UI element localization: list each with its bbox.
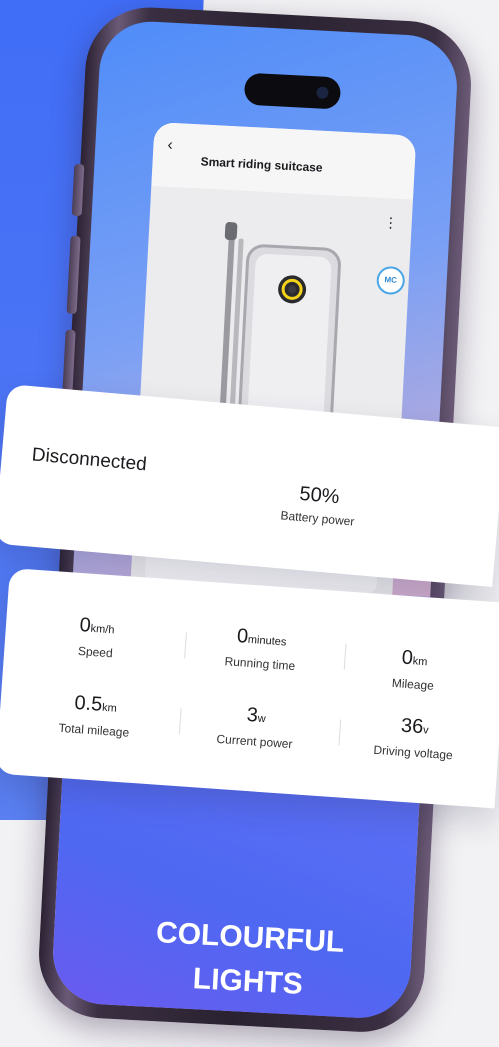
stat-label: Running time (224, 654, 296, 674)
stat-unit: km (412, 655, 428, 669)
stat-divider (338, 719, 342, 746)
stat-current-power: 3w Current power (194, 699, 317, 752)
more-vertical-icon[interactable]: ⋮ (383, 214, 398, 232)
stat-mileage: 0km Mileage (362, 643, 465, 695)
stat-unit: w (257, 712, 267, 726)
stat-label: Driving voltage (373, 742, 454, 763)
battery-metric: 50% Battery power (252, 478, 385, 531)
camera-icon (316, 86, 329, 99)
dynamic-island (243, 72, 342, 110)
back-chevron-icon[interactable]: ‹ (167, 137, 173, 155)
app-header: ‹ Smart riding suitcase (151, 121, 417, 200)
stat-value: 0km/h (78, 614, 115, 637)
stat-divider (184, 632, 187, 659)
stat-divider (178, 708, 182, 735)
stat-value: 3w (246, 703, 267, 727)
stat-speed: 0km/h Speed (40, 610, 153, 663)
stat-driving-voltage: 36v Driving voltage (358, 711, 471, 764)
phone-action-button (71, 163, 85, 217)
stat-value: 0km (401, 646, 428, 670)
promo-headline: COLOURFUL LIGHTS (137, 910, 361, 1009)
stat-value: 36v (400, 714, 429, 739)
connection-status: Disconnected (31, 444, 148, 476)
page-title: Smart riding suitcase (200, 154, 323, 175)
stats-card: 0km/h Speed 0minutes Running time 0km Mi… (0, 568, 499, 809)
stat-unit: km/h (90, 622, 115, 637)
stat-label: Current power (216, 731, 293, 752)
stat-label: Speed (77, 643, 114, 661)
stat-value: 0.5km (73, 691, 118, 716)
phone-volume-up-button (66, 235, 81, 315)
stat-unit: v (422, 724, 429, 737)
promo-stage: ‹ Smart riding suitcase ⋮ MC COLOURFUL L… (0, 0, 499, 1047)
stat-total-mileage: 0.5km Total mileage (29, 688, 162, 742)
stat-value: 0minutes (236, 625, 287, 649)
stat-label: Mileage (391, 675, 435, 693)
stat-divider (343, 643, 347, 670)
stat-running-time: 0minutes Running time (200, 622, 323, 675)
suitcase-handle-grip (224, 221, 238, 241)
mc-logo-icon[interactable]: MC (375, 265, 406, 296)
stat-unit: minutes (247, 633, 287, 649)
stat-unit: km (101, 701, 118, 715)
